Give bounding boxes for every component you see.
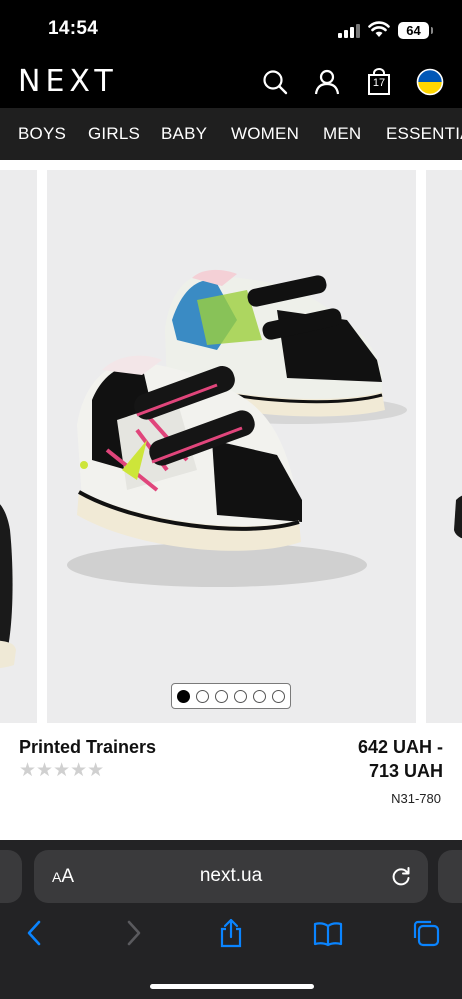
cellular-signal-icon [338, 24, 360, 38]
pagination-dot-5[interactable] [253, 690, 266, 703]
nav-item-women[interactable]: WOMEN [231, 124, 299, 144]
tabs-icon[interactable] [411, 918, 441, 948]
status-time: 14:54 [48, 18, 99, 39]
image-pagination[interactable] [171, 683, 291, 709]
address-bar[interactable]: AA next.ua [34, 850, 428, 903]
pagination-dot-6[interactable] [272, 690, 285, 703]
nav-item-men[interactable]: MEN [323, 124, 361, 144]
bag-button[interactable]: 17 [365, 68, 393, 96]
product-image[interactable] [47, 170, 416, 723]
sneaker-image-partial [0, 504, 16, 669]
price-range-line1: 642 UAH - [357, 737, 443, 757]
account-icon[interactable] [313, 68, 341, 96]
next-tab-pill[interactable] [438, 850, 462, 903]
pagination-dot-4[interactable] [234, 690, 247, 703]
search-icon[interactable] [261, 68, 289, 96]
sneaker-photo [67, 269, 407, 587]
pagination-dot-1[interactable] [177, 690, 190, 703]
url-text[interactable]: next.ua [34, 865, 428, 887]
product-code: N31-780 [391, 791, 441, 806]
category-nav: BOYS GIRLS BABY WOMEN MEN ESSENTIALS [0, 108, 462, 160]
ukraine-flag-icon[interactable] [416, 68, 444, 96]
sneaker-image-partial [454, 495, 462, 539]
rating-stars: ★★★★★ [19, 760, 105, 781]
product-listing: Printed Trainers ★★★★★ 642 UAH - 713 UAH… [0, 160, 462, 840]
nav-item-baby[interactable]: BABY [161, 124, 207, 144]
site-header: NEXT 17 [0, 56, 462, 108]
bag-count-badge: 17 [372, 77, 386, 89]
reload-icon[interactable] [390, 865, 412, 887]
previous-tab-pill[interactable] [0, 850, 22, 903]
back-icon[interactable] [20, 918, 50, 948]
forward-icon[interactable] [118, 918, 148, 948]
next-logo[interactable]: NEXT [18, 64, 118, 99]
share-icon[interactable] [216, 918, 246, 948]
price-range-line2: 713 UAH [368, 761, 443, 781]
browser-toolbar: AA next.ua [0, 840, 462, 999]
nav-item-boys[interactable]: BOYS [18, 124, 66, 144]
home-indicator[interactable] [150, 984, 314, 989]
previous-product-image[interactable] [0, 170, 37, 723]
status-bar: 14:54 64 [0, 0, 462, 56]
product-title[interactable]: Printed Trainers [19, 737, 156, 758]
nav-item-girls[interactable]: GIRLS [88, 124, 140, 144]
nav-item-essentials[interactable]: ESSENTIALS [386, 124, 462, 144]
bookmarks-icon[interactable] [313, 918, 343, 948]
next-product-image[interactable] [426, 170, 462, 723]
battery-icon: 64 [398, 22, 433, 39]
pagination-dot-3[interactable] [215, 690, 228, 703]
wifi-icon [368, 21, 390, 37]
pagination-dot-2[interactable] [196, 690, 209, 703]
